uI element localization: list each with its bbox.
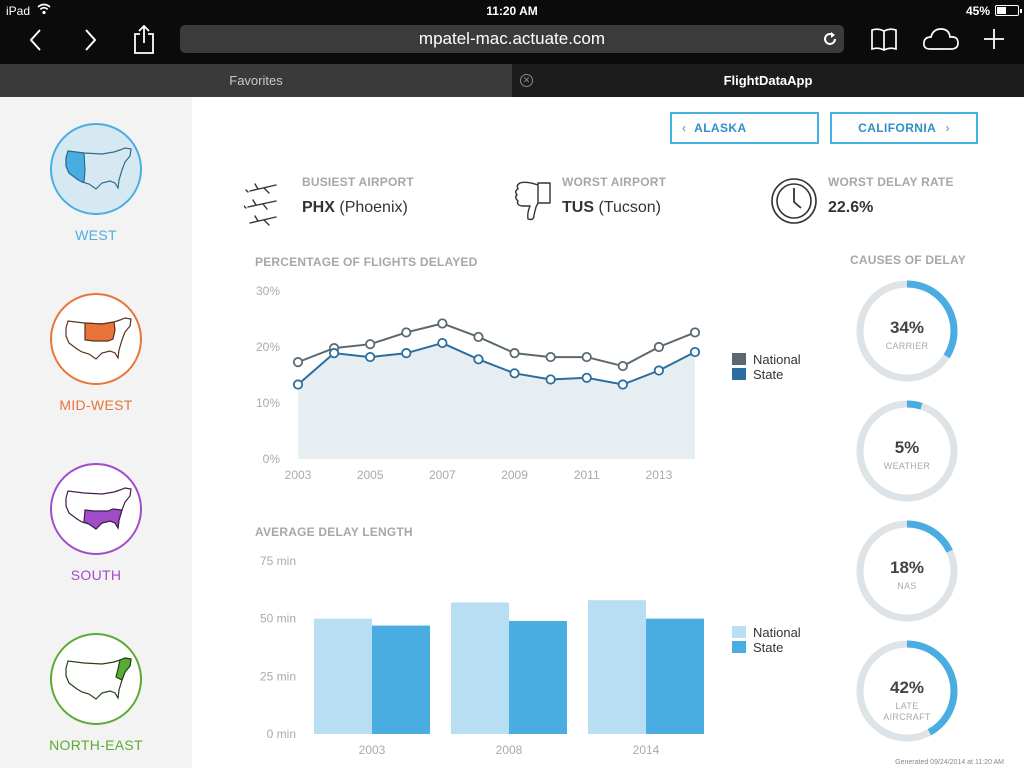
mid-west-map-icon: [50, 293, 142, 385]
donut-value: 18%: [890, 558, 924, 577]
tab-bar: Favorites ✕ FlightDataApp: [0, 64, 1024, 97]
new-tab-icon[interactable]: [982, 26, 1006, 52]
donut-value: 5%: [895, 438, 920, 457]
donut-label: WEATHER: [884, 461, 931, 471]
generated-timestamp: Generated 09/24/2014 at 11:20 AM: [895, 759, 1004, 766]
icloud-tabs-icon[interactable]: [922, 25, 960, 53]
region-label: SOUTH: [70, 567, 122, 583]
south-map-icon: [50, 463, 142, 555]
donut-value: 34%: [890, 318, 924, 337]
region-label: NORTH-EAST: [49, 737, 143, 753]
region-label: WEST: [75, 227, 117, 243]
bookmarks-icon[interactable]: [870, 25, 898, 53]
region-south[interactable]: SOUTH: [0, 463, 192, 593]
battery-icon: [995, 5, 1022, 16]
battery-percentage: 45%: [965, 4, 990, 18]
tab-label: FlightDataApp: [723, 73, 813, 88]
url-bar[interactable]: mpatel-mac.actuate.com: [180, 25, 844, 53]
reload-icon[interactable]: [822, 30, 838, 48]
donut-label: AIRCRAFT: [883, 712, 931, 722]
back-icon[interactable]: [26, 26, 46, 54]
region-label: MID-WEST: [59, 397, 133, 413]
region-west[interactable]: WEST: [0, 123, 192, 253]
donut-label: LATE: [895, 701, 918, 711]
donut-label: CARRIER: [886, 341, 929, 351]
share-icon[interactable]: [132, 23, 156, 55]
close-tab-icon[interactable]: ✕: [520, 74, 533, 87]
clock: 11:20 AM: [486, 4, 538, 18]
forward-icon[interactable]: [80, 26, 100, 54]
tab-favorites[interactable]: Favorites: [0, 64, 512, 97]
region-mid-west[interactable]: MID-WEST: [0, 293, 192, 423]
west-map-icon: [50, 123, 142, 215]
causes-of-delay-donuts: 34% CARRIER 5% WEATHER 18% NAS 42% LATEAIRCRAFT: [856, 280, 958, 742]
region-north-east[interactable]: NORTH-EAST: [0, 633, 192, 763]
tab-flightdataapp[interactable]: ✕ FlightDataApp: [512, 64, 1024, 97]
browser-toolbar: mpatel-mac.actuate.com: [0, 22, 1024, 64]
donut-label: NAS: [897, 581, 916, 591]
region-sidebar: WEST MID-WEST SOUTH NORTH-EAST: [0, 97, 192, 768]
status-bar: iPad 11:20 AM 45%: [0, 0, 1024, 22]
donut-value: 42%: [890, 678, 924, 697]
north-east-map-icon: [50, 633, 142, 725]
dashboard: ‹ ALASKA CALIFORNIA › BUSIEST AIRPORT PH…: [192, 97, 1024, 768]
url-text: mpatel-mac.actuate.com: [418, 29, 606, 48]
